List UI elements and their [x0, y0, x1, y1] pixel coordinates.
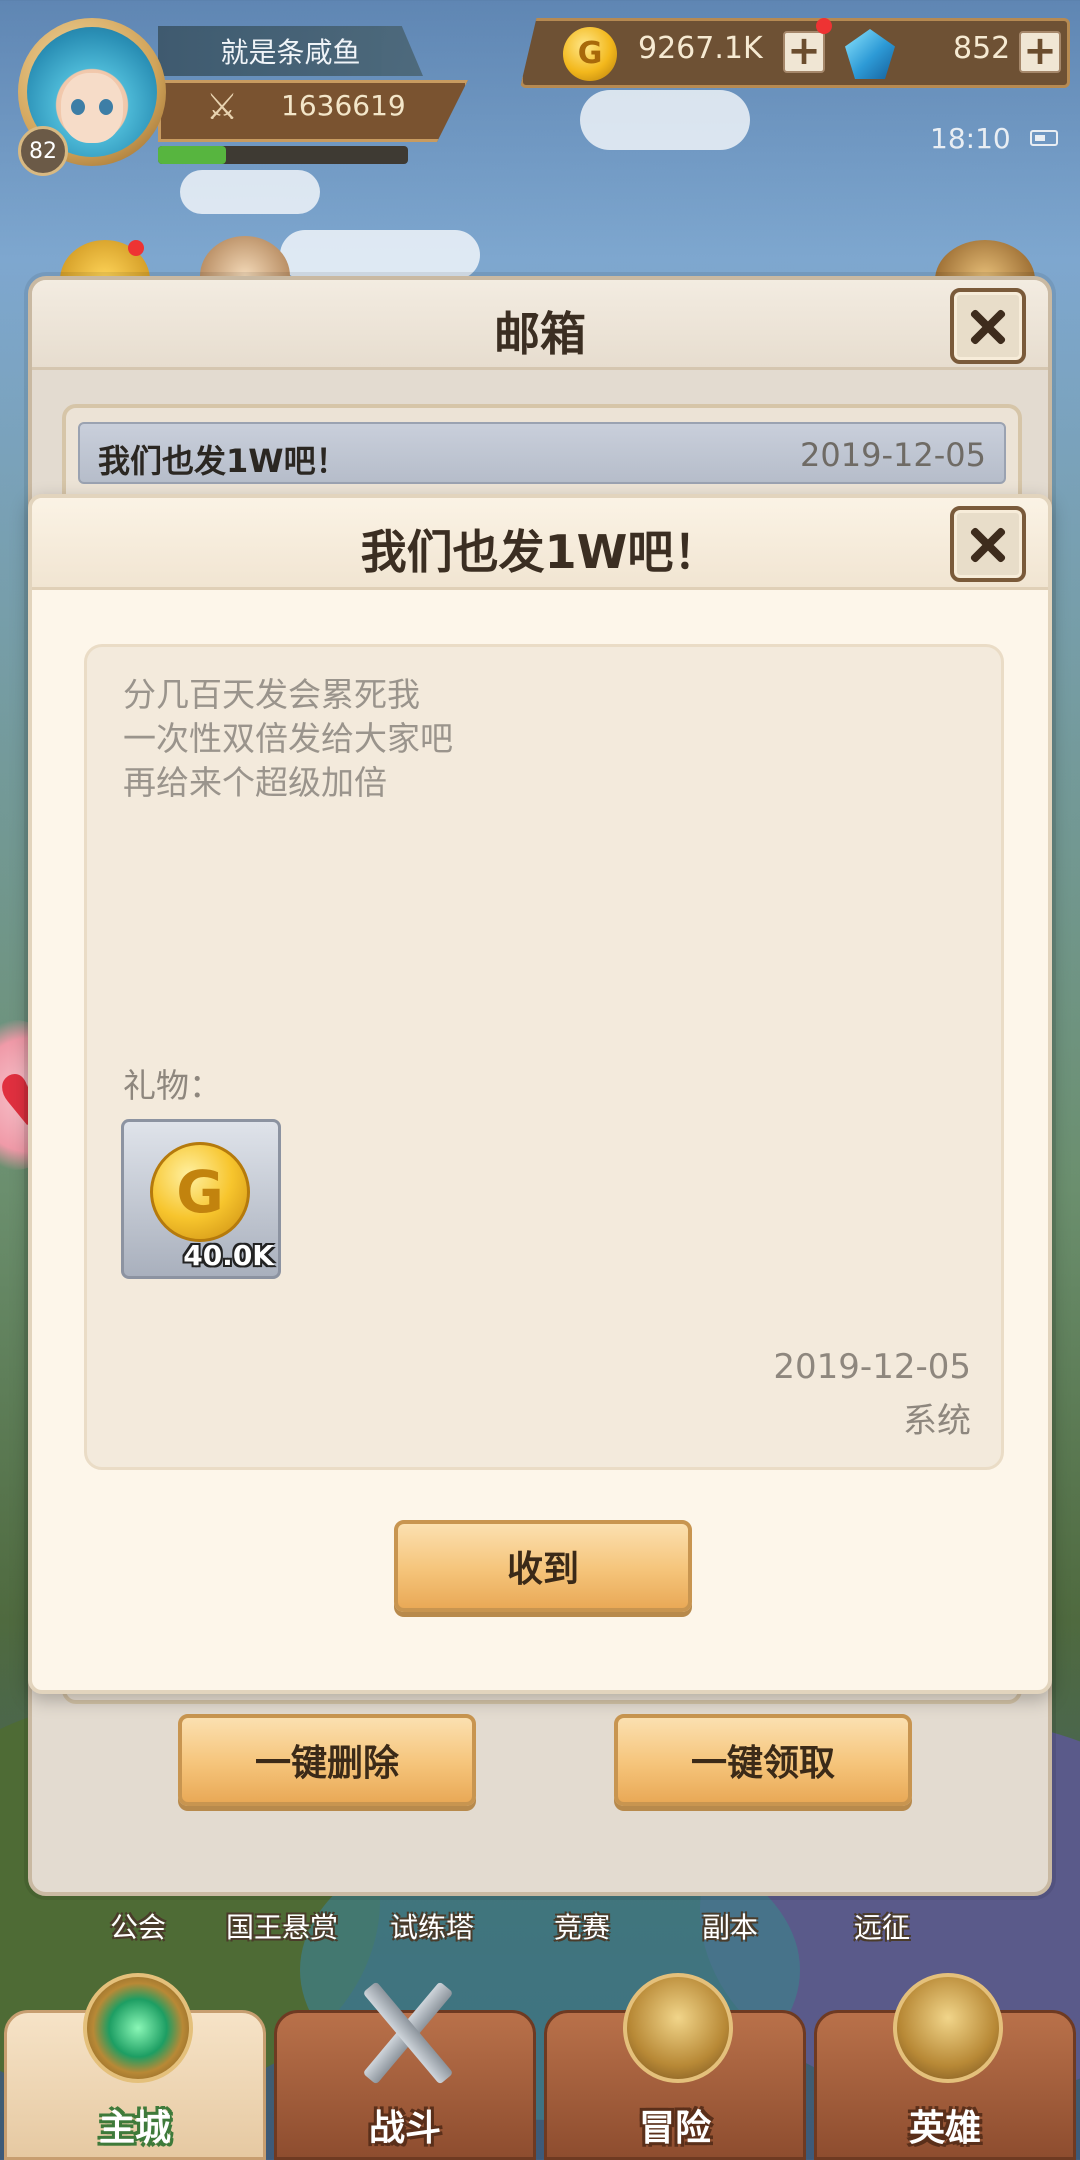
diamond-icon [845, 29, 895, 79]
player-info[interactable]: 就是条咸鱼 ⚔ 1636619 82 [18, 18, 468, 176]
mail-date: 2019-12-05 [773, 1347, 971, 1387]
add-gems-button[interactable]: + [1019, 31, 1061, 73]
gem-amount: 852 [953, 31, 1011, 66]
power-value: 1636619 [281, 89, 406, 122]
gold-coin-icon: G [150, 1142, 250, 1242]
add-gold-button[interactable]: + [783, 31, 825, 73]
claim-all-button[interactable]: 一键领取 [614, 1714, 912, 1806]
tab-heroes[interactable]: 英雄 [814, 1973, 1076, 2160]
notification-dot [128, 240, 144, 256]
feature-dungeon[interactable]: 副本 [702, 1906, 758, 1946]
delete-all-button[interactable]: 一键删除 [178, 1714, 476, 1806]
feature-king-bounty[interactable]: 国王悬赏 [226, 1906, 338, 1946]
mail-item-title: 我们也发1W吧！ [98, 442, 348, 480]
mail-item-date: 2019-12-05 [800, 436, 986, 474]
mail-body-text: 分几百天发会累死我 一次性双倍发给大家吧 再给来个超级加倍 [123, 675, 453, 802]
player-name: 就是条咸鱼 [158, 26, 423, 76]
crossed-swords-icon: ⚔ [205, 87, 239, 128]
feature-expedition[interactable]: 远征 [854, 1906, 910, 1946]
gift-item[interactable]: G 40.0K [121, 1119, 281, 1279]
mail-detail-header: 我们也发1W吧！ [32, 498, 1048, 590]
exp-bar [158, 146, 408, 164]
mailbox-close-button[interactable] [950, 288, 1026, 364]
mailbox-header: 邮箱 [32, 280, 1048, 370]
battery-icon [1030, 130, 1058, 146]
tab-label: 主城 [98, 2108, 171, 2149]
bottom-nav: 主城 战斗 冒险 英雄 [0, 1973, 1080, 2160]
adventure-icon [623, 1973, 733, 2083]
feature-row: 公会 国王悬赏 试练塔 竞赛 副本 远征 [50, 1900, 1030, 1960]
exp-bar-fill [158, 146, 226, 164]
mail-detail-dialog: 我们也发1W吧！ 分几百天发会累死我 一次性双倍发给大家吧 再给来个超级加倍 礼… [28, 494, 1052, 1694]
mail-sender: 系统 [903, 1401, 971, 1441]
mail-content: 分几百天发会累死我 一次性双倍发给大家吧 再给来个超级加倍 礼物： G 40.0… [84, 644, 1004, 1470]
mail-detail-close-button[interactable] [950, 506, 1026, 582]
feature-guild[interactable]: 公会 [110, 1906, 166, 1946]
gift-amount: 40.0K [183, 1239, 274, 1272]
tab-adventure[interactable]: 冒险 [544, 1973, 806, 2160]
power-plate: ⚔ 1636619 [158, 80, 468, 142]
main-city-icon [83, 1973, 193, 2083]
gift-label: 礼物： [123, 1066, 222, 1105]
list-item[interactable]: 我们也发1W吧！ 2019-12-05 [78, 422, 1006, 484]
tab-label: 战斗 [368, 2108, 441, 2149]
level-badge: 82 [18, 126, 68, 176]
receive-button[interactable]: 收到 [394, 1520, 692, 1612]
currency-bar: G 9267.1K + 852 + [520, 18, 1070, 88]
clock: 18:10 [930, 122, 1011, 155]
mail-detail-title: 我们也发1W吧！ [360, 525, 720, 579]
tab-label: 冒险 [638, 2108, 711, 2149]
feature-competition[interactable]: 竞赛 [554, 1906, 610, 1946]
notification-dot [816, 18, 832, 34]
tab-battle[interactable]: 战斗 [274, 1981, 536, 2160]
hero-emblem-icon [893, 1973, 1003, 2083]
feature-trial-tower[interactable]: 试练塔 [390, 1906, 474, 1946]
gold-amount: 9267.1K [638, 31, 763, 66]
mailbox-title: 邮箱 [494, 307, 586, 361]
gold-coin-icon: G [563, 27, 617, 81]
tab-main-city[interactable]: 主城 [4, 1973, 266, 2160]
tab-label: 英雄 [908, 2108, 981, 2149]
crossed-swords-icon [353, 1973, 463, 2085]
